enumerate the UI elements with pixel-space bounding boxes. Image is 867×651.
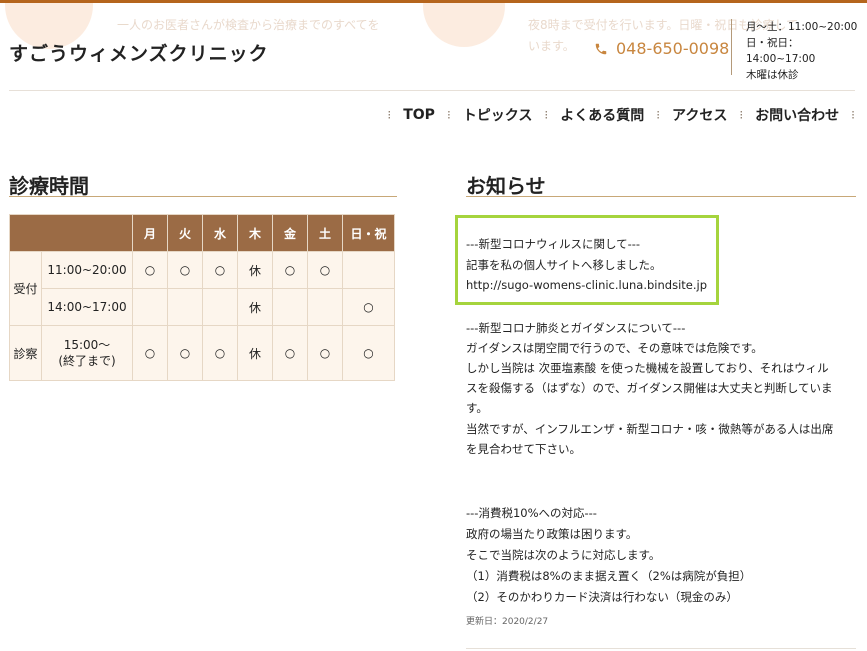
- schedule-cell: ○: [307, 325, 343, 381]
- phone-number: 048-650-0098: [616, 39, 730, 58]
- bottom-divider: [466, 648, 856, 649]
- news-line: ガイダンスは閉空間で行うので、その意味では危険です。: [466, 341, 763, 355]
- news-line: （2）そのかわりカード決済は行わない（現金のみ）: [466, 590, 738, 604]
- schedule-cell: ○: [132, 325, 168, 381]
- day-header: 土: [307, 214, 343, 252]
- time-cell: 11:00~20:00: [41, 251, 133, 289]
- nav-item-label: お問い合わせ: [755, 108, 840, 124]
- schedule-cell: [272, 288, 308, 326]
- day-header: 月: [132, 214, 168, 252]
- day-header: 木: [237, 214, 273, 252]
- schedule-cell: [342, 251, 395, 289]
- nav-item-label: よくある質問: [560, 108, 645, 124]
- background-feature-text: 一人のお医者さんが検査から治療までのすべてを: [117, 18, 380, 32]
- nav-separator-icon: ⁝: [446, 108, 451, 122]
- news-line: 記事を私の個人サイトへ移しました。: [466, 258, 662, 272]
- nav-item-access[interactable]: ⁝ アクセス: [656, 105, 727, 125]
- nav-item-faq[interactable]: ⁝ よくある質問: [544, 105, 644, 125]
- table-row: 診察 15:00〜 (終了まで) ○ ○ ○ 休 ○ ○ ○: [9, 325, 395, 381]
- table-row: 受付 11:00~20:00 ○ ○ ○ 休 ○ ○: [9, 251, 395, 326]
- background-decor-circle: [423, 3, 505, 47]
- nav-item-label: TOP: [403, 107, 435, 123]
- hours-line: 月〜土：11:00~20:00: [746, 21, 858, 33]
- hours-line: 日・祝日：14:00~17:00: [746, 37, 816, 65]
- news-title: お知らせ: [466, 174, 546, 198]
- schedule-cell: ○: [202, 251, 238, 289]
- day-header: 水: [202, 214, 238, 252]
- schedule-cell: 休: [237, 251, 273, 289]
- nav-separator-icon: ⁝: [544, 108, 549, 122]
- schedule-cell: 休: [237, 325, 273, 381]
- day-header: 金: [272, 214, 308, 252]
- schedule-cell: [307, 288, 343, 326]
- schedule-cell: ○: [342, 325, 395, 381]
- nav-item-label: アクセス: [672, 108, 728, 124]
- news-line: 当然ですが、インフルエンザ・新型コロナ・咳・微熱等がある人は出席: [466, 422, 834, 436]
- updated-date: 更新日：2020/2/27: [466, 617, 549, 627]
- schedule-cell: ○: [167, 325, 203, 381]
- news-line: スを殺傷する（はずな）ので、ガイダンス開催は大丈夫と判断していま: [466, 381, 833, 395]
- nav-item-top[interactable]: ⁝ TOP: [387, 105, 435, 125]
- news-line: ---消費税10%への対応---: [466, 506, 597, 520]
- site-title[interactable]: すごうウィメンズクリニック: [9, 39, 269, 66]
- phone-link[interactable]: 048-650-0098: [594, 39, 729, 58]
- day-header: 日・祝: [342, 214, 395, 252]
- schedule-cell: ○: [307, 251, 343, 289]
- schedule-cell: ○: [272, 325, 308, 381]
- news-line: （1）消費税は8%のまま据え置く（2%は病院が負担）: [466, 569, 752, 583]
- nav-item-topics[interactable]: ⁝ トピックス: [447, 105, 532, 125]
- schedule-cell: ○: [272, 251, 308, 289]
- schedule-cell: 休: [237, 288, 273, 326]
- title-underline: [466, 196, 856, 197]
- news-line: 政府の場当たり政策は困ります。: [466, 527, 638, 541]
- row-group-label: 受付: [9, 251, 42, 326]
- nav-item-label: トピックス: [462, 108, 533, 124]
- nav-separator-icon: ⁝: [656, 108, 661, 122]
- time-cell: 15:00〜 (終了まで): [41, 325, 133, 381]
- phone-icon: [595, 43, 607, 54]
- time-cell: 14:00~17:00: [41, 288, 133, 326]
- title-underline: [9, 196, 397, 197]
- schedule-cell: ○: [132, 251, 168, 289]
- schedule-title: 診療時間: [9, 174, 89, 198]
- news-line: しかし当院は 次亜塩素酸 を使った機械を設置しており、それはウィル: [466, 361, 829, 375]
- news-line: ---新型コロナ肺炎とガイダンスについて---: [466, 321, 686, 335]
- row-group-label: 診察: [9, 325, 42, 381]
- day-header: 火: [167, 214, 203, 252]
- nav-separator-icon: ⁝: [739, 108, 744, 122]
- schedule-cell: ○: [202, 325, 238, 381]
- schedule-cell: ○: [342, 288, 395, 326]
- table-row: 14:00~17:00 休 ○: [10, 288, 395, 326]
- news-line: を見合わせて下さい。: [466, 442, 581, 456]
- schedule-cell: [167, 288, 203, 326]
- header-divider: [9, 90, 855, 91]
- business-hours: 月〜土：11:00~20:00 日・祝日：14:00~17:00 木曜は休診: [731, 19, 867, 81]
- news-line: そこで当院は次のように対応します。: [466, 548, 661, 562]
- table-corner: [9, 214, 133, 252]
- schedule-cell: [132, 288, 168, 326]
- nav-separator-icon: ⁝: [387, 108, 392, 122]
- schedule-cell: [202, 288, 238, 326]
- nav-item-contact[interactable]: ⁝ お問い合わせ ⁝: [739, 105, 855, 125]
- schedule-table: 月 火 水 木 金 土 日・祝 受付 11:00~20:00 ○ ○ ○ 休 ○…: [9, 214, 395, 381]
- schedule-cell: ○: [167, 251, 203, 289]
- external-link[interactable]: http://sugo-womens-clinic.luna.bindsite.…: [466, 278, 707, 292]
- site-header: 一人のお医者さんが検査から治療までのすべてを 夜8時まで受付を行います。日曜・祝…: [0, 3, 867, 90]
- main-nav: ⁝ TOP ⁝ トピックス ⁝ よくある質問 ⁝ アクセス ⁝ お問い合わせ ⁝: [380, 105, 855, 125]
- background-feature-text: います。: [528, 39, 575, 53]
- nav-separator-icon: ⁝: [851, 108, 855, 122]
- news-line: ---新型コロナウィルスに関して---: [466, 237, 641, 251]
- news-line: す。: [466, 401, 488, 415]
- hours-line: 木曜は休診: [746, 69, 799, 81]
